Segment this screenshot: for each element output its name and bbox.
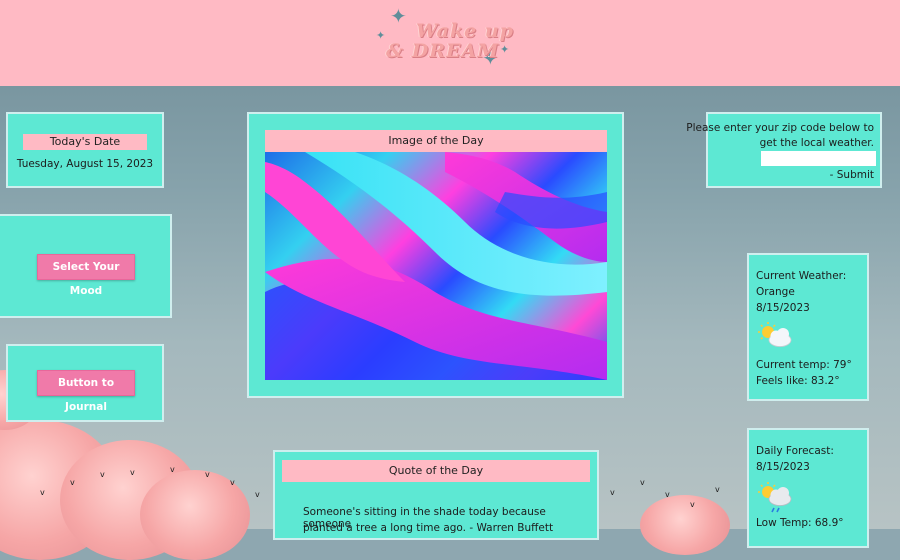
quote-label: Quote of the Day	[282, 460, 590, 482]
zip-code-input[interactable]	[761, 151, 876, 166]
feels-like: Feels like: 83.2°	[756, 375, 840, 387]
journal-card: Button to Journal	[6, 344, 164, 422]
mood-card: Select Your Mood	[0, 214, 172, 318]
bird: v	[70, 478, 75, 487]
current-temp: Current temp: 79°	[756, 359, 852, 371]
journal-button[interactable]: Button to Journal	[37, 370, 135, 413]
zip-card: Please enter your zip code below to get …	[686, 112, 882, 188]
image-label: Image of the Day	[265, 130, 607, 152]
current-weather-city: Orange	[756, 286, 795, 298]
quote-text-line-2: planted a tree a long time ago. - Warren…	[303, 522, 554, 534]
quote-card: Quote of the Day Someone's sitting in th…	[273, 450, 599, 540]
image-of-the-day	[265, 152, 607, 380]
sparkle-icon: ✦	[376, 29, 386, 42]
date-value: Tuesday, August 15, 2023	[16, 158, 154, 170]
partly-cloudy-icon	[756, 321, 794, 347]
logo-line-1: Wake up	[416, 20, 514, 42]
bird: v	[640, 478, 645, 487]
sparkle-icon: ✦	[390, 4, 407, 28]
sparkle-icon: ✦	[500, 43, 510, 56]
sun-cloud-rain-icon	[756, 481, 794, 513]
image-card: Image of the Day	[247, 112, 624, 398]
zip-prompt-line-2: get the local weather.	[759, 137, 874, 149]
bird: v	[715, 485, 720, 494]
current-weather-date: 8/15/2023	[756, 302, 810, 314]
submit-link[interactable]: - Submit	[830, 169, 874, 181]
bird: v	[690, 500, 695, 509]
logo-line-2: & DREAM	[386, 40, 500, 62]
select-mood-button[interactable]: Select Your Mood	[37, 254, 135, 297]
bird: v	[610, 488, 615, 497]
bird: v	[40, 488, 45, 497]
bird: v	[130, 468, 135, 477]
bird: v	[100, 470, 105, 479]
site-header: ✦ ✦ ✦ ✦ Wake up & DREAM	[0, 0, 900, 86]
daily-forecast-card: Daily Forecast: 8/15/2023 Low Temp: 68.9…	[747, 428, 869, 548]
bird: v	[170, 465, 175, 474]
zip-prompt-line-1: Please enter your zip code below to	[686, 122, 874, 134]
pink-cloud	[640, 495, 730, 555]
bird: v	[665, 490, 670, 499]
bird: v	[205, 470, 210, 479]
bird: v	[230, 478, 235, 487]
bird: v	[255, 490, 260, 499]
logo: ✦ ✦ ✦ ✦ Wake up & DREAM	[372, 6, 518, 80]
current-weather-card: Current Weather: Orange 8/15/2023 Curren…	[747, 253, 869, 401]
current-weather-title: Current Weather:	[756, 270, 847, 282]
daily-forecast-date: 8/15/2023	[756, 461, 810, 473]
daily-forecast-title: Daily Forecast:	[756, 445, 834, 457]
date-label: Today's Date	[23, 134, 147, 150]
low-temp: Low Temp: 68.9°	[756, 517, 844, 529]
date-card: Today's Date Tuesday, August 15, 2023	[6, 112, 164, 188]
